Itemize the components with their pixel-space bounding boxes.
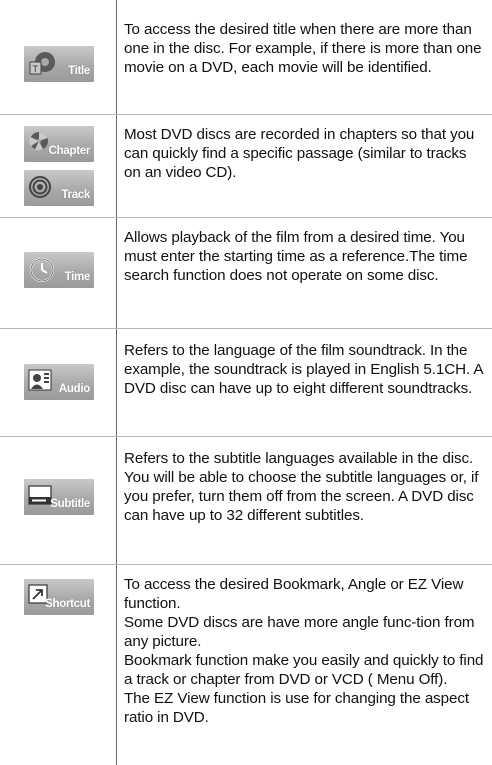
table-row-audio: Audio Refers to the language of the film… <box>0 328 492 436</box>
title-button[interactable]: T Title <box>24 46 94 82</box>
title-icon: T <box>29 52 55 75</box>
svg-text:T: T <box>33 64 39 74</box>
time-button[interactable]: Time <box>24 252 94 288</box>
icon-cell: Time <box>0 218 117 328</box>
audio-label: Audio <box>58 383 90 395</box>
audio-button[interactable]: Audio <box>24 364 94 400</box>
icon-cell: T Title <box>0 0 117 114</box>
track-button[interactable]: Track <box>24 170 94 206</box>
function-table: T Title To access the desired title when… <box>0 0 492 765</box>
time-icon <box>30 258 54 282</box>
subtitle-button[interactable]: Subtitle <box>24 479 94 515</box>
table-row-title: T Title To access the desired title when… <box>0 0 492 114</box>
title-description: To access the desired title when there a… <box>124 21 482 76</box>
icon-cell: Audio <box>0 329 117 436</box>
shortcut-label: Shortcut <box>45 598 90 610</box>
chapter-button[interactable]: Chapter <box>24 126 94 162</box>
table-row-time: Time Allows playback of the film from a … <box>0 217 492 328</box>
shortcut-button[interactable]: Shortcut <box>24 579 94 615</box>
icon-cell: Chapter Track <box>0 115 117 217</box>
table-row-chapter-track: Chapter Track Most DVD discs are recorde… <box>0 114 492 217</box>
shortcut-description: To access the desired Bookmark, Angle or… <box>124 576 484 726</box>
table-row-subtitle: Subtitle Refers to the subtitle language… <box>0 436 492 564</box>
time-description: Allows playback of the film from a desir… <box>124 229 468 284</box>
icon-cell: Subtitle <box>0 437 117 564</box>
chapter-label: Chapter <box>48 145 91 157</box>
icon-cell: Shortcut <box>0 565 117 765</box>
subtitle-label: Subtitle <box>50 498 90 510</box>
track-label: Track <box>61 189 90 201</box>
chapter-track-description: Most DVD discs are recorded in chapters … <box>124 126 475 181</box>
title-label: Title <box>68 65 90 77</box>
table-row-shortcut: Shortcut To access the desired Bookmark,… <box>0 564 492 765</box>
track-icon <box>29 176 51 198</box>
audio-icon <box>28 369 52 391</box>
subtitle-description: Refers to the subtitle languages availab… <box>124 450 479 524</box>
time-label: Time <box>64 271 91 283</box>
audio-description: Refers to the language of the film sound… <box>124 342 483 397</box>
